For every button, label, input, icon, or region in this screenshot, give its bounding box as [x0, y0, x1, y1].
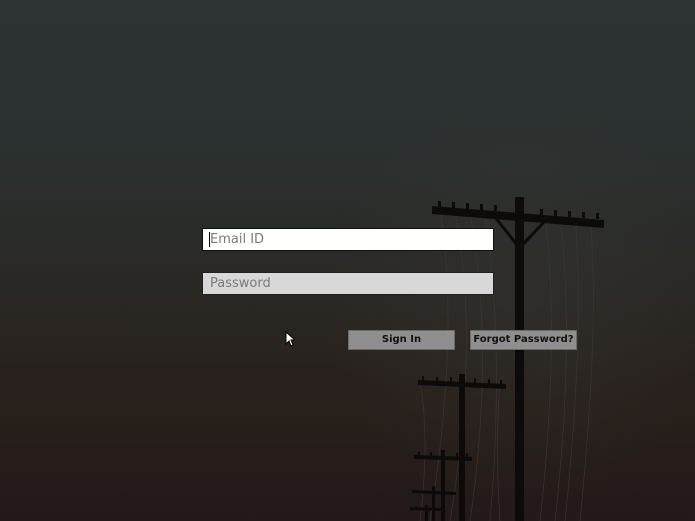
text-caret — [209, 232, 210, 247]
background-power-lines-image — [0, 0, 695, 521]
sign-in-button[interactable]: Sign In — [348, 330, 455, 350]
email-field[interactable] — [202, 228, 494, 251]
mouse-pointer-icon — [285, 331, 295, 347]
forgot-password-button[interactable]: Forgot Password? — [470, 330, 577, 350]
password-field[interactable] — [202, 272, 494, 295]
